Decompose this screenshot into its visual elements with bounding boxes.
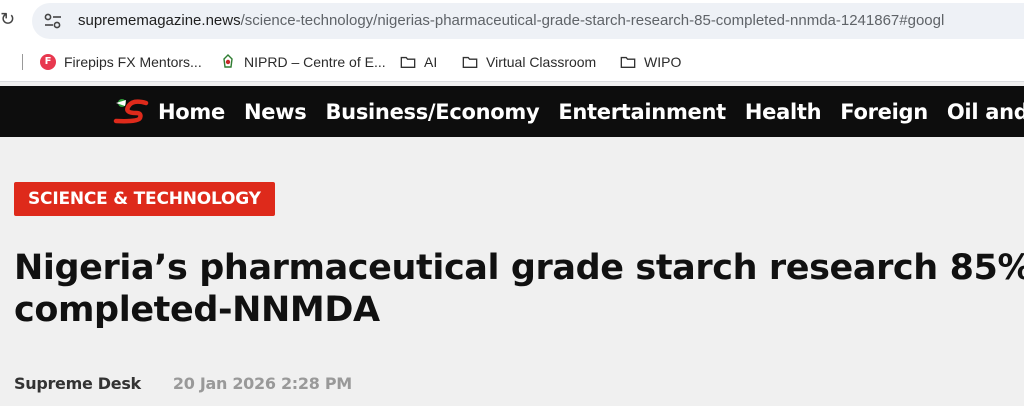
nav-health[interactable]: Health: [745, 100, 822, 124]
folder-icon: [400, 56, 416, 68]
nav-business-economy[interactable]: Business/Economy: [325, 100, 539, 124]
address-bar[interactable]: suprememagazine.news/science-technology/…: [32, 3, 1024, 39]
firepips-favicon: F: [40, 54, 56, 70]
bookmarks-bar: F Firepips FX Mentors... NIPRD – Centre …: [0, 42, 1024, 82]
bookmark-niprd[interactable]: NIPRD – Centre of E...: [220, 52, 386, 72]
nav-entertainment[interactable]: Entertainment: [558, 100, 726, 124]
byline: Supreme Desk 20 Jan 2026 2:28 PM: [14, 374, 352, 393]
site-settings-icon[interactable]: [44, 13, 62, 29]
site-navigation: Home News Business/Economy Entertainment…: [0, 86, 1024, 137]
reload-icon[interactable]: ↻: [0, 9, 16, 31]
bookmark-label: Firepips FX Mentors...: [64, 54, 202, 70]
category-badge[interactable]: SCIENCE & TECHNOLOGY: [14, 182, 275, 216]
url-path: /science-technology/nigerias-pharmaceuti…: [240, 12, 945, 29]
bookmark-folder-ai[interactable]: AI: [400, 52, 437, 72]
browser-address-row: ↻ suprememagazine.news/science-technolog…: [0, 0, 1024, 42]
nav-news[interactable]: News: [244, 100, 307, 124]
bookmark-label: AI: [424, 54, 438, 70]
article-headline: Nigeria’s pharmaceutical grade starch re…: [14, 248, 1024, 330]
site-logo[interactable]: [112, 97, 150, 125]
bookmark-label: Virtual Classroom: [486, 54, 597, 70]
bookmark-folder-wipo[interactable]: WIPO: [620, 52, 681, 72]
article-header: SCIENCE & TECHNOLOGY Nigeria’s pharmaceu…: [0, 137, 1024, 406]
publish-date: 20 Jan 2026 2:28 PM: [172, 374, 352, 393]
url-text[interactable]: suprememagazine.news/science-technology/…: [78, 12, 944, 29]
niprd-favicon: [223, 54, 233, 68]
nav-oil-and-gas[interactable]: Oil and Gas: [947, 100, 1024, 124]
bookmark-firepips[interactable]: F Firepips FX Mentors...: [40, 52, 202, 72]
url-domain: suprememagazine.news: [78, 12, 241, 29]
folder-icon: [462, 56, 478, 68]
bookmarks-divider: [22, 54, 23, 70]
nav-menu: Home News Business/Economy Entertainment…: [158, 86, 1024, 137]
bookmark-folder-virtual-classroom[interactable]: Virtual Classroom: [462, 52, 596, 72]
folder-icon: [620, 56, 636, 68]
nav-home[interactable]: Home: [158, 100, 225, 124]
author-name[interactable]: Supreme Desk: [14, 374, 141, 393]
bookmark-label: NIPRD – Centre of E...: [244, 54, 386, 70]
bookmark-label: WIPO: [644, 54, 682, 70]
nav-foreign[interactable]: Foreign: [840, 100, 928, 124]
